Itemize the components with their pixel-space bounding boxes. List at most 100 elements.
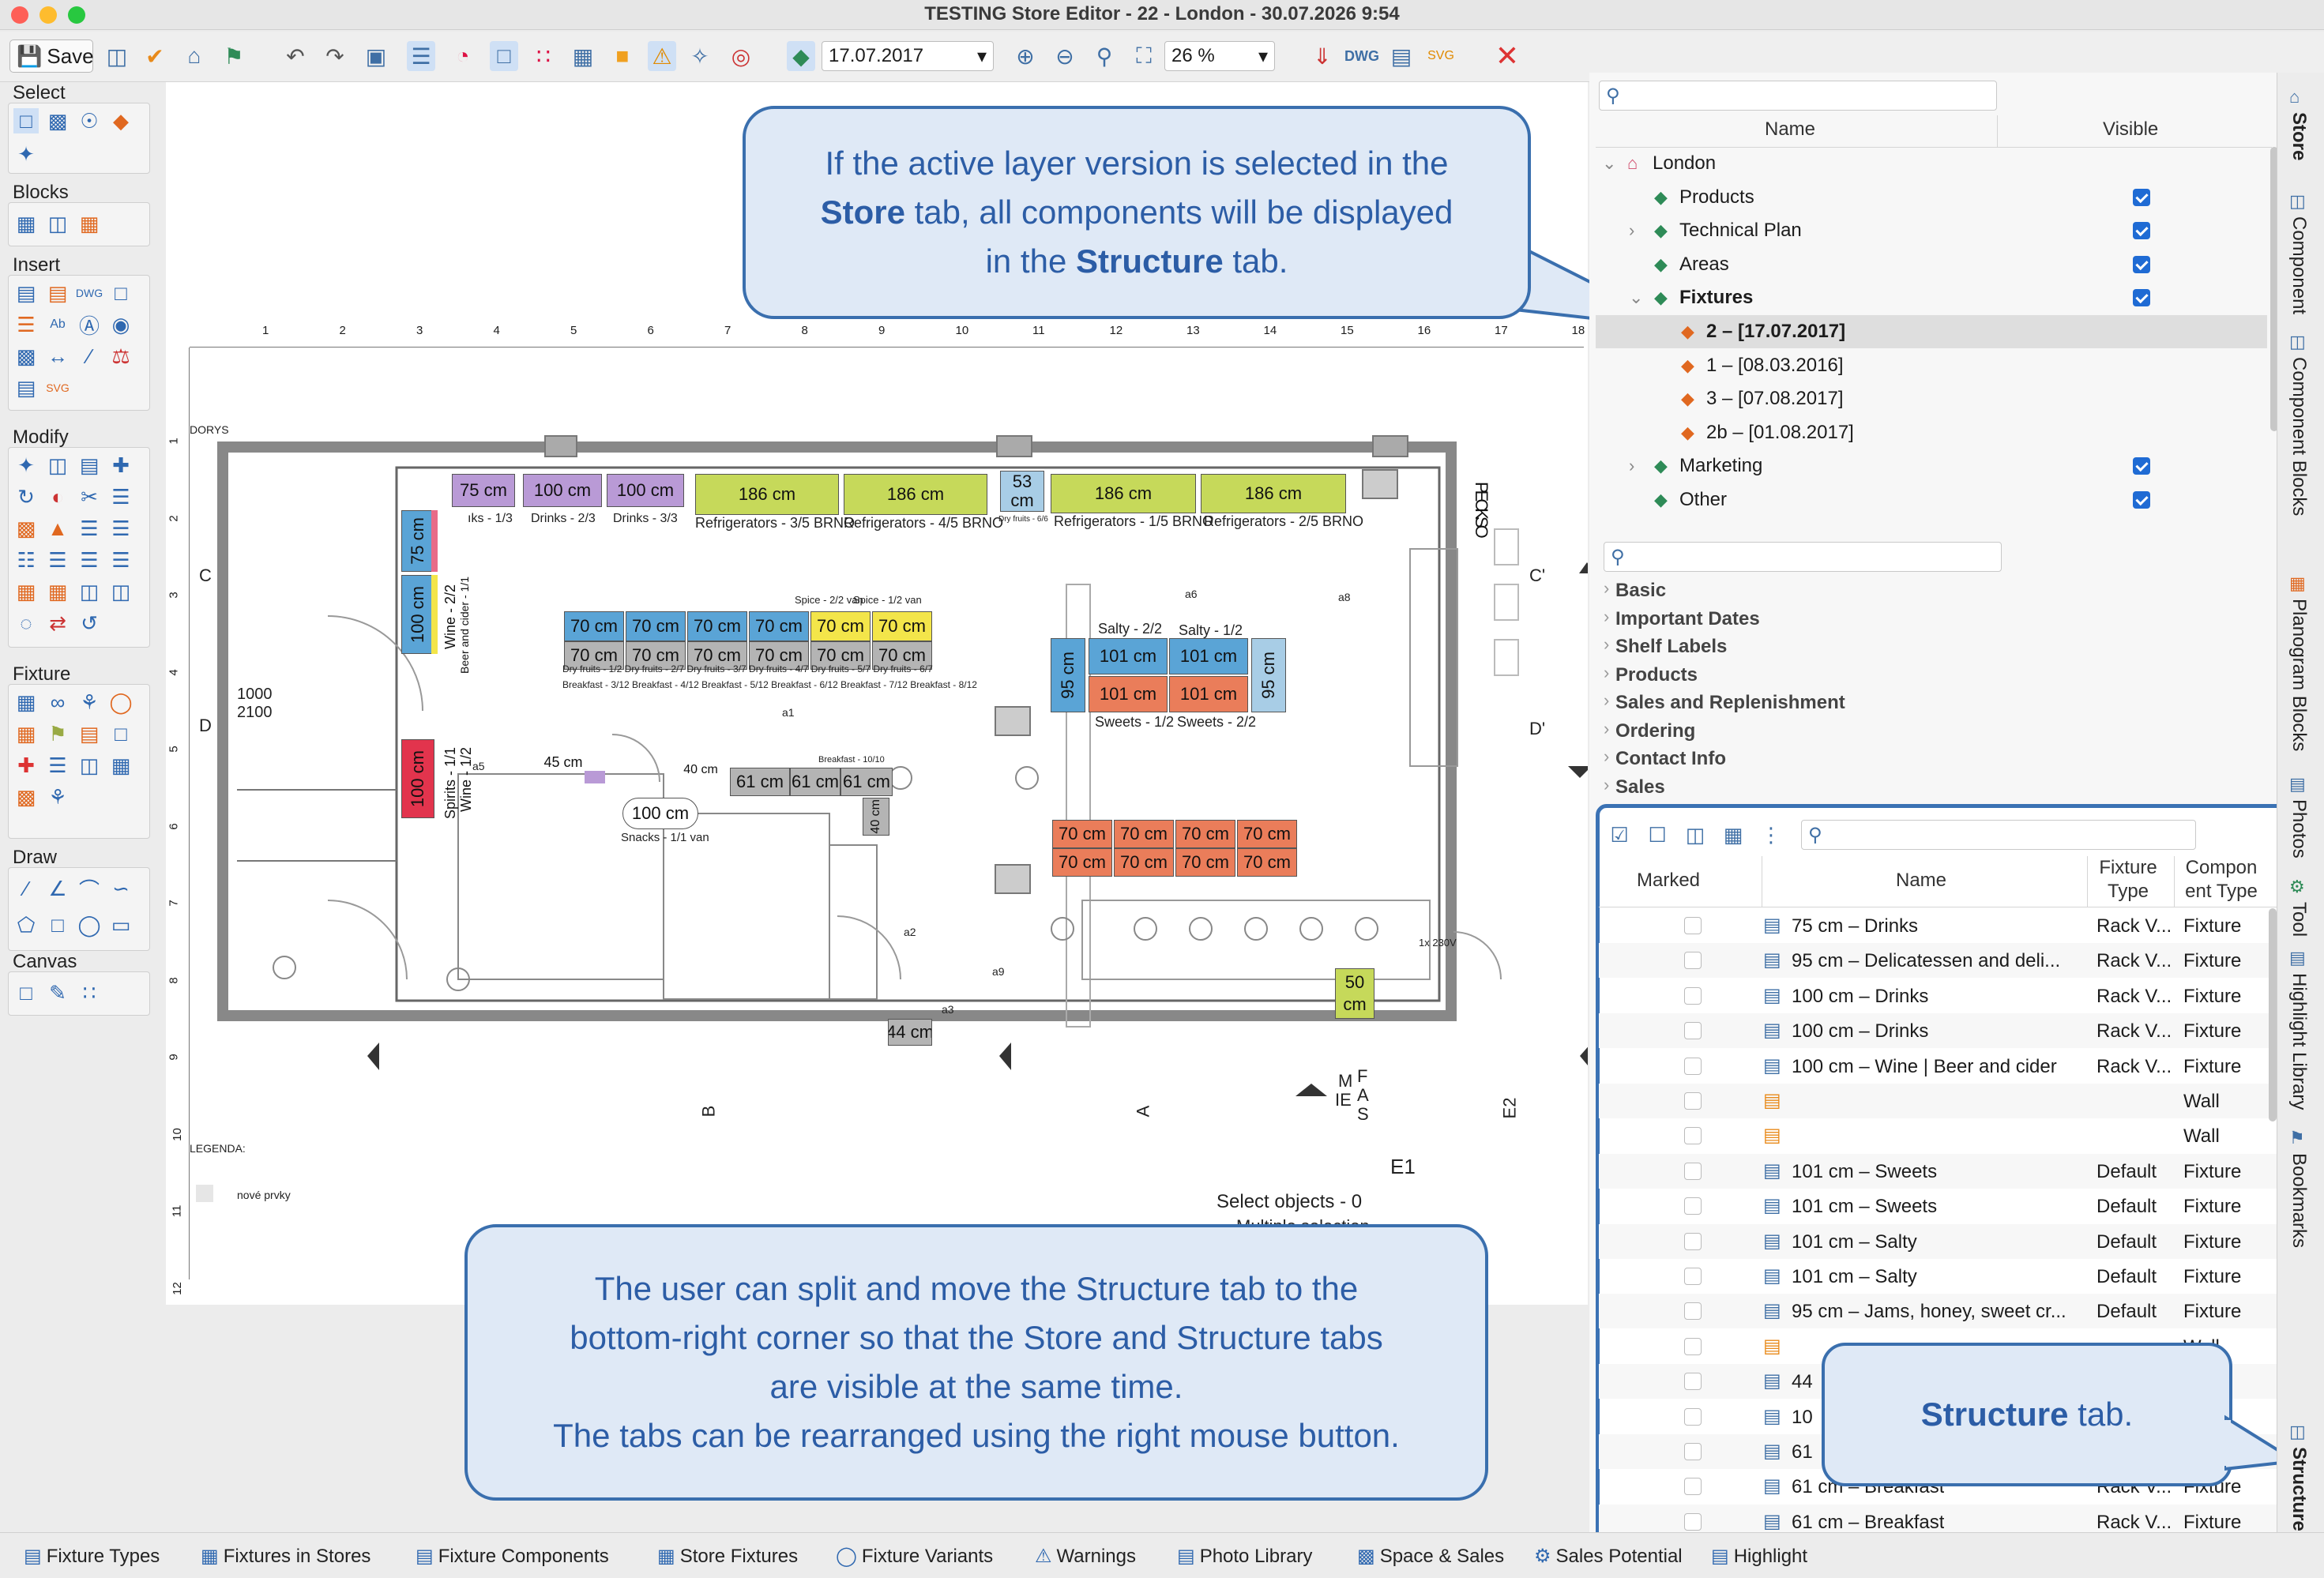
table-row[interactable]: ▤ 101 cm – Sweets Default Fixture	[1599, 1153, 2278, 1189]
fixture-70cm[interactable]: 70 cm	[810, 611, 871, 641]
add-flag-icon[interactable]: ⚑	[220, 41, 248, 71]
table-grid-icon[interactable]: ▦	[569, 41, 597, 71]
insert-shelf-icon[interactable]: ▤	[45, 280, 70, 306]
fixture-101cm-sweets[interactable]: 101 cm	[1089, 676, 1168, 712]
marked-checkbox[interactable]	[1684, 952, 1702, 970]
fixture-61cm[interactable]: 61 cm	[730, 768, 790, 796]
store-home-icon[interactable]: ⌂	[180, 41, 209, 71]
category-item[interactable]: Products	[1615, 664, 1698, 686]
fixture-100cm[interactable]: 100 cm	[607, 474, 684, 507]
draw-arc-icon[interactable]: ⌒	[77, 876, 102, 902]
table-row[interactable]: ▤ Wall	[1599, 1118, 2278, 1153]
zoom-in-icon[interactable]: ⊕	[1011, 41, 1040, 71]
expand-chevron-icon[interactable]: ›	[1604, 775, 1609, 795]
bottom-tab-sales-potential[interactable]: ⚙ Sales Potential	[1534, 1545, 1683, 1568]
expand-chevron-icon[interactable]: ›	[1604, 634, 1609, 655]
grid-dots-icon[interactable]: ∷	[529, 41, 558, 71]
fixture-40cm[interactable]: 40 cm	[681, 761, 720, 779]
block-icon[interactable]: ▦	[13, 211, 39, 236]
marked-checkbox[interactable]	[1684, 1302, 1702, 1321]
fixture-44cm[interactable]: 44 cm	[888, 1019, 932, 1046]
bottom-tab-store-fixtures[interactable]: ▦ Store Fixtures	[657, 1545, 798, 1568]
fixture-186cm[interactable]: 186 cm	[1201, 474, 1346, 513]
fixture-70cm[interactable]: 70 cm	[749, 611, 809, 641]
vtab-planogram-blocks[interactable]: Planogram Blocks	[2288, 599, 2310, 751]
fixture-70cm[interactable]: 70 cm	[1237, 848, 1297, 877]
check-circle-icon[interactable]: ✔	[141, 41, 169, 71]
insert-list-icon[interactable]: ☰	[13, 312, 39, 337]
category-search-input[interactable]: ⚲	[1604, 542, 2002, 572]
ungroup-icon[interactable]: ▦	[45, 579, 70, 604]
target-icon[interactable]: ◎	[727, 41, 755, 71]
expand-chevron-icon[interactable]: ›	[1604, 746, 1609, 767]
table-row[interactable]: ▤ 95 cm – Jams, honey, sweet cr... Default…	[1599, 1294, 2278, 1329]
vtab-highlight-library[interactable]: Highlight Library	[2288, 973, 2310, 1110]
insert-line-icon[interactable]: ∕	[77, 344, 102, 369]
marked-checkbox[interactable]	[1684, 1127, 1702, 1145]
vtab-tool[interactable]: Tool	[2288, 902, 2310, 937]
store-tree-row[interactable]: ◆ Other	[1596, 483, 2267, 517]
layer-version-icon[interactable]: ◆	[787, 41, 815, 71]
marked-checkbox[interactable]	[1684, 917, 1702, 934]
fixture-list-icon[interactable]: ☰	[45, 753, 70, 778]
node-select-icon[interactable]: ✦	[13, 141, 39, 167]
fixture-186cm[interactable]: 186 cm	[1051, 474, 1196, 513]
fixture-61cm[interactable]: 61 cm	[790, 768, 840, 796]
fixture-70cm[interactable]: 70 cm	[872, 611, 932, 641]
more-options-icon[interactable]: ⋮	[1757, 820, 1785, 850]
align-top-icon[interactable]: ☰	[45, 547, 70, 573]
insert-dimension-icon[interactable]: ↔	[45, 344, 70, 369]
vtab-component[interactable]: Component	[2288, 216, 2310, 314]
table-row[interactable]: ▤ 100 cm – Drinks Rack V... Fixture	[1599, 1013, 2278, 1049]
insert-pdf-icon[interactable]: ⚖	[108, 344, 133, 369]
marked-checkbox[interactable]	[1684, 1232, 1702, 1250]
canvas-edit-icon[interactable]: ✎	[45, 980, 70, 1005]
category-item[interactable]: Shelf Labels	[1615, 636, 1727, 658]
fixture-45cm[interactable]: 45 cm	[543, 752, 583, 772]
insert-camera-icon[interactable]: ◉	[108, 312, 133, 337]
fixture-186cm[interactable]: 186 cm	[695, 474, 839, 515]
mark-all-icon[interactable]: ☑	[1605, 820, 1634, 850]
marked-checkbox[interactable]	[1684, 1407, 1702, 1426]
align-middle-icon[interactable]: ☰	[77, 547, 102, 573]
fixture-53cm[interactable]: 53 cm	[1000, 471, 1044, 512]
fixture-shelves-icon[interactable]: ▤	[77, 721, 102, 746]
vtab-component-blocks[interactable]: Component Blocks	[2288, 357, 2310, 516]
expand-chevron-icon[interactable]: ›	[1604, 663, 1609, 683]
store-tree-row[interactable]: ◆ 2 – [17.07.2017]	[1596, 315, 2267, 348]
category-item[interactable]: Ordering	[1615, 720, 1695, 742]
insert-dwg-icon[interactable]: DWG	[76, 280, 103, 306]
fixture-70cm[interactable]: 70 cm	[564, 611, 624, 641]
draw-circle-icon[interactable]: ◯	[77, 912, 102, 937]
mirror-icon[interactable]: ◐	[45, 484, 70, 509]
export-pdf-icon[interactable]: ⇓	[1308, 41, 1337, 71]
bottom-tab-space-sales[interactable]: ▩ Space & Sales	[1357, 1545, 1504, 1568]
fixture-align-icon[interactable]: ▦	[108, 753, 133, 778]
vtab-structure[interactable]: Structure	[2288, 1447, 2310, 1531]
copy-marked-icon[interactable]: ◫	[1681, 820, 1709, 850]
category-item[interactable]: Important Dates	[1615, 608, 1760, 630]
cut-icon[interactable]: ✂	[77, 484, 102, 509]
export-dwg-icon[interactable]: DWG	[1344, 41, 1379, 71]
fixture-70cm[interactable]: 70 cm	[1052, 848, 1112, 877]
marked-checkbox[interactable]	[1684, 1373, 1702, 1391]
group-icon[interactable]: ▦	[13, 579, 39, 604]
fixture-70cm[interactable]: 70 cm	[626, 611, 686, 641]
insert-label-icon[interactable]: Ⓐ	[77, 312, 102, 338]
bottom-tab-fixture-variants[interactable]: ◯ Fixture Variants	[836, 1545, 993, 1568]
fixture-link-icon[interactable]: ∞	[45, 689, 70, 715]
vtab-bookmarks[interactable]: Bookmarks	[2288, 1153, 2310, 1248]
scale-icon[interactable]: ⇄	[45, 611, 70, 636]
save-button[interactable]: 💾 Save	[9, 39, 94, 73]
table-row[interactable]: ▤ 100 cm – Drinks Rack V... Fixture	[1599, 979, 2278, 1013]
fixture-100cm-vertical-red[interactable]: 100 cm	[401, 739, 434, 818]
align-bottom-icon[interactable]: ☰	[108, 547, 133, 573]
visible-checkbox[interactable]	[2133, 222, 2150, 240]
expand-chevron-icon[interactable]: ⌄	[1629, 287, 1643, 308]
store-tree-row[interactable]: ◆ Areas	[1596, 248, 2267, 281]
screenshot-icon[interactable]: ▣	[362, 41, 390, 71]
date-select[interactable]: 17.07.2017 ▾	[822, 41, 994, 71]
fixture-network-icon[interactable]: ⚘	[45, 784, 70, 810]
store-search-input[interactable]: ⚲	[1599, 81, 1997, 111]
fixture-100cm-snacks[interactable]: 100 cm	[622, 798, 698, 829]
